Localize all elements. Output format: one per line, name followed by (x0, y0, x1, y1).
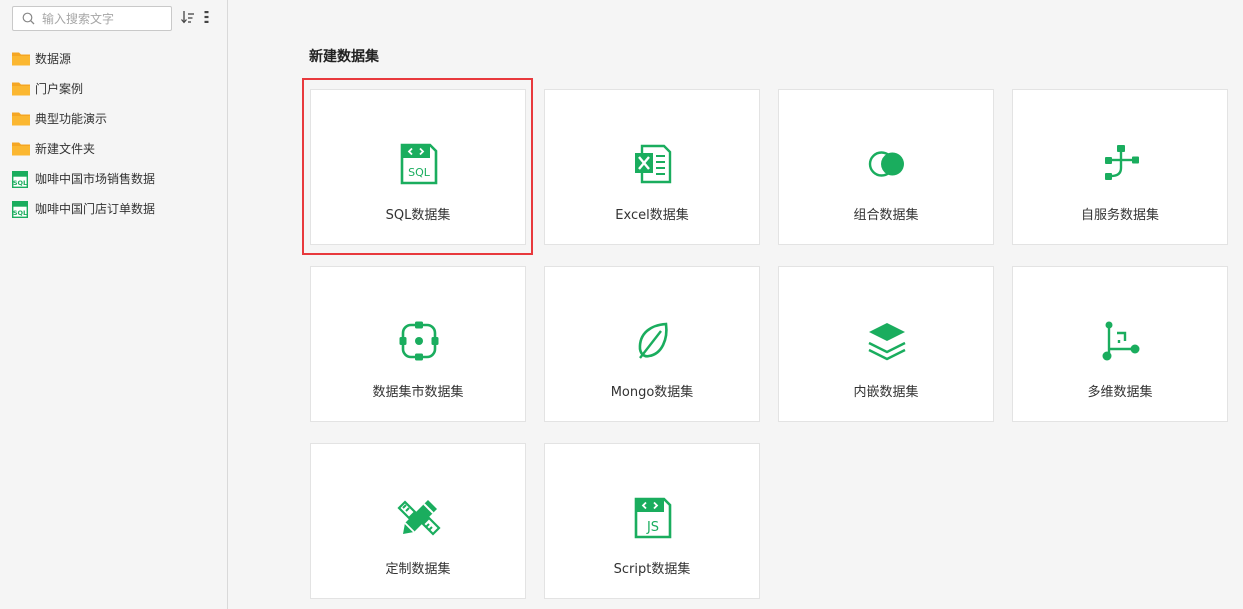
sql-file-icon: SQL (12, 171, 28, 188)
card-excel-dataset[interactable]: Excel数据集 (544, 89, 760, 245)
folder-icon (12, 112, 30, 126)
card-label: Excel数据集 (615, 208, 689, 223)
card-label: 多维数据集 (1087, 385, 1153, 400)
folder-icon (12, 52, 30, 66)
tree-item-label: 数据源 (35, 52, 72, 66)
folder-icon (12, 142, 30, 156)
sql-file-icon: SQL (12, 201, 28, 218)
tree-item-label: 咖啡中国市场销售数据 (35, 172, 156, 186)
card-label: Mongo数据集 (610, 385, 694, 400)
card-data-mart-dataset[interactable]: 数据集市数据集 (310, 266, 526, 422)
mongo-dataset-icon (638, 322, 668, 359)
svg-text:SQL: SQL (13, 209, 27, 217)
card-label: 内嵌数据集 (853, 385, 919, 400)
card-multidimensional-dataset[interactable]: 多维数据集 (1012, 266, 1228, 422)
sort-icon[interactable] (181, 10, 195, 24)
svg-text:JS: JS (646, 520, 659, 535)
card-custom-dataset[interactable]: 定制数据集 (310, 443, 526, 599)
card-label: 组合数据集 (853, 208, 919, 223)
card-embedded-dataset[interactable]: 内嵌数据集 (778, 266, 994, 422)
tree-item-coffee-market-sales[interactable]: SQL 咖啡中国市场销售数据 (0, 164, 228, 194)
main-panel: 新建数据集 SQL SQL数据集 Excel数据集 组合数据集 自服务数据集 数… (229, 0, 1243, 609)
multidimensional-dataset-icon (1102, 321, 1140, 361)
card-script-dataset[interactable]: JS Script数据集 (544, 443, 760, 599)
sidebar: 数据源 门户案例 典型功能演示 新建文件夹 (0, 0, 228, 609)
card-label: Script数据集 (613, 562, 691, 577)
data-mart-dataset-icon (399, 321, 439, 361)
tree-item-label: 新建文件夹 (35, 142, 96, 156)
excel-dataset-icon (635, 144, 672, 184)
tree-item-portal-cases[interactable]: 门户案例 (0, 74, 228, 104)
resource-tree: 数据源 门户案例 典型功能演示 新建文件夹 SQL 咖啡中国市场销售数据 SQL… (0, 44, 228, 224)
card-label: 自服务数据集 (1080, 208, 1159, 223)
tree-item-coffee-store-orders[interactable]: SQL 咖啡中国门店订单数据 (0, 194, 228, 224)
card-self-service-dataset[interactable]: 自服务数据集 (1012, 89, 1228, 245)
svg-text:SQL: SQL (13, 179, 27, 187)
search-input[interactable] (42, 10, 167, 27)
card-combined-dataset[interactable]: 组合数据集 (778, 89, 994, 245)
card-label: SQL数据集 (385, 208, 451, 223)
tree-item-feature-demo[interactable]: 典型功能演示 (0, 104, 228, 134)
custom-dataset-icon (397, 500, 441, 536)
tree-item-new-folder[interactable]: 新建文件夹 (0, 134, 228, 164)
tree-item-label: 典型功能演示 (35, 112, 108, 126)
tree-item-label: 门户案例 (35, 82, 84, 96)
sql-dataset-icon: SQL (400, 143, 438, 185)
card-mongo-dataset[interactable]: Mongo数据集 (544, 266, 760, 422)
card-label: 定制数据集 (385, 562, 451, 577)
search-icon (22, 12, 35, 25)
search-box[interactable] (12, 6, 172, 31)
script-dataset-icon: JS (634, 497, 672, 539)
more-vertical-icon[interactable] (203, 10, 211, 24)
card-label: 数据集市数据集 (372, 385, 464, 400)
tree-item-data-source[interactable]: 数据源 (0, 44, 228, 74)
page-title: 新建数据集 (309, 49, 379, 65)
card-sql-dataset[interactable]: SQL SQL数据集 (310, 89, 526, 245)
folder-icon (12, 82, 30, 96)
combined-dataset-icon (868, 151, 904, 177)
embedded-dataset-icon (868, 323, 906, 361)
self-service-dataset-icon (1105, 145, 1139, 180)
tree-item-label: 咖啡中国门店订单数据 (35, 202, 156, 216)
svg-text:SQL: SQL (408, 166, 431, 179)
